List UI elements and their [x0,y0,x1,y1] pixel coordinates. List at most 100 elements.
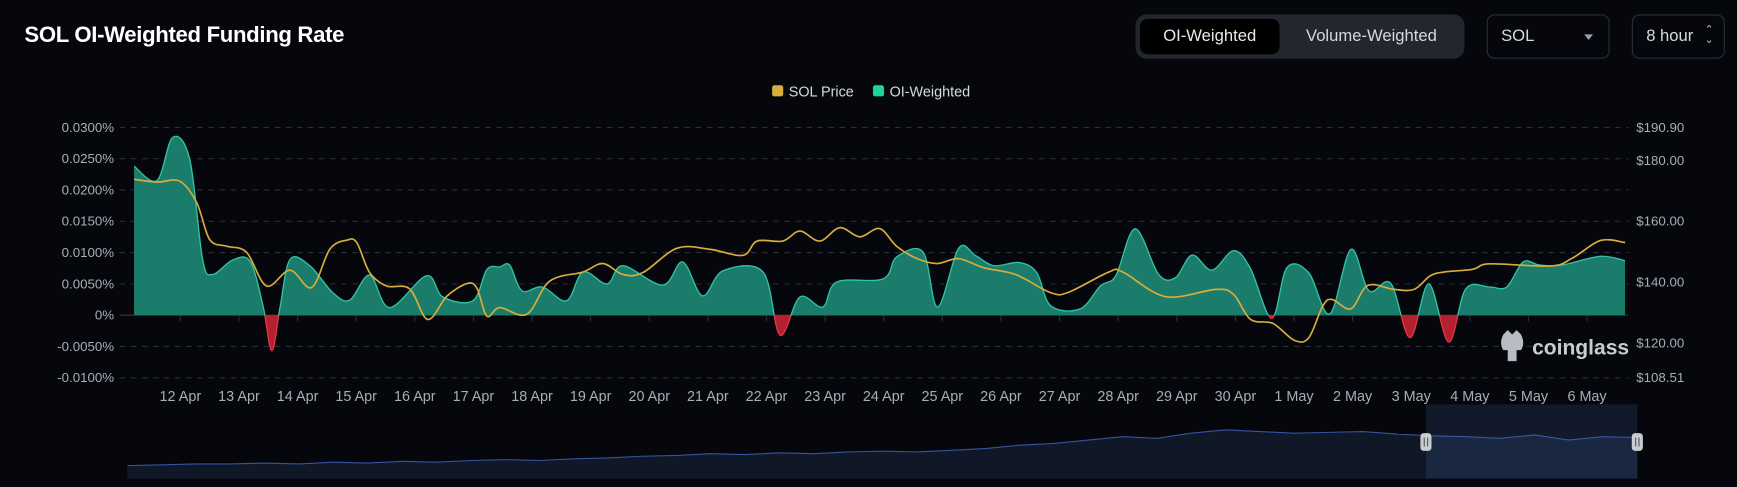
sol-price-point[interactable] [876,225,883,232]
oi-weighted-point[interactable] [1172,274,1179,281]
oi-weighted-point[interactable] [1326,311,1333,318]
sol-price-point[interactable] [780,238,787,245]
oi-weighted-point[interactable] [972,252,979,259]
oi-weighted-point[interactable] [268,348,275,355]
sol-price-point[interactable] [343,237,350,244]
sol-price-point[interactable] [176,178,183,185]
sol-price-point[interactable] [1291,337,1298,344]
range-navigator[interactable] [127,404,1643,479]
sol-price-point[interactable] [580,269,587,276]
sol-price-point[interactable] [366,269,373,276]
sol-price-point[interactable] [154,179,161,186]
oi-weighted-point[interactable] [519,287,526,294]
sol-price-point[interactable] [1547,263,1554,270]
sol-price-point[interactable] [206,236,213,243]
oi-weighted-point[interactable] [1305,269,1312,276]
oi-weighted-point[interactable] [260,302,267,309]
oi-weighted-point[interactable] [484,266,491,273]
oi-weighted-point[interactable] [1462,286,1469,293]
sol-price-point[interactable] [353,239,360,246]
sol-price-point[interactable] [673,245,680,252]
sol-price-point[interactable] [193,199,200,206]
oi-weighted-point[interactable] [496,264,503,271]
oi-weighted-point[interactable] [679,259,686,266]
sol-price-point[interactable] [706,246,713,253]
sol-price-point[interactable] [1305,335,1312,342]
sol-price-point[interactable] [600,260,607,267]
sol-price-point[interactable] [1319,303,1326,310]
sol-price-point[interactable] [496,304,503,311]
sol-price-point[interactable] [1270,320,1277,327]
oi-weighted-point[interactable] [563,297,570,304]
sol-price-point[interactable] [243,249,250,256]
oi-weighted-point[interactable] [1622,257,1629,264]
oi-weighted-point[interactable] [1503,284,1510,291]
oi-weighted-point[interactable] [1597,253,1604,260]
oi-weighted-point[interactable] [1230,247,1237,254]
oi-weighted-point[interactable] [920,249,927,256]
oi-weighted-point[interactable] [506,262,513,269]
navigator-handle-right[interactable] [1631,433,1643,451]
sol-price-point[interactable] [797,228,804,235]
oi-weighted-point[interactable] [199,256,206,263]
sol-price-point[interactable] [464,280,471,287]
sol-price-point[interactable] [1329,296,1336,303]
sol-price-point[interactable] [474,285,481,292]
legend-label-oi[interactable]: OI-Weighted [890,84,971,100]
oi-weighted-point[interactable] [131,163,138,170]
sol-price-point[interactable] [546,278,553,285]
sol-price-point[interactable] [1469,266,1476,273]
sol-price-point[interactable] [484,313,491,320]
sol-price-point[interactable] [1047,289,1054,296]
oi-weighted-point[interactable] [880,276,887,283]
sol-price-point[interactable] [836,224,843,231]
oi-weighted-point[interactable] [1445,339,1452,346]
sol-price-point[interactable] [1012,271,1019,278]
sol-price-point[interactable] [893,243,900,250]
sol-price-point[interactable] [981,264,988,271]
oi-weighted-point[interactable] [1425,281,1432,288]
oi-weighted-point[interactable] [1112,272,1119,279]
oi-weighted-point[interactable] [1189,252,1196,259]
sol-price-point[interactable] [1066,289,1073,296]
sol-price-point[interactable] [444,293,451,300]
sol-price-point[interactable] [131,176,138,183]
oi-weighted-point[interactable] [955,245,962,252]
oi-weighted-point[interactable] [1047,302,1054,309]
oi-weighted-point[interactable] [169,134,176,141]
sol-price-point[interactable] [934,260,941,267]
oi-weighted-point[interactable] [620,262,627,269]
oi-weighted-point[interactable] [386,304,393,311]
sol-price-point[interactable] [1247,316,1254,323]
oi-weighted-point[interactable] [893,254,900,261]
oi-weighted-point[interactable] [346,297,353,304]
oi-weighted-point[interactable] [819,304,826,311]
sol-price-point[interactable] [955,255,962,262]
oi-weighted-point[interactable] [604,281,611,288]
oi-weighted-point[interactable] [659,282,666,289]
legend-label-price[interactable]: SOL Price [789,84,854,100]
oi-weighted-point[interactable] [797,294,804,301]
oi-weighted-point[interactable] [1348,246,1355,253]
sol-price-point[interactable] [223,243,230,250]
sol-price-point[interactable] [1213,286,1220,293]
oi-weighted-point[interactable] [1407,334,1414,341]
oi-weighted-point[interactable] [760,269,767,276]
oi-weighted-point[interactable] [1247,266,1254,273]
oi-weighted-point[interactable] [833,279,840,286]
sol-price-point[interactable] [1570,254,1577,261]
sol-price-point[interactable] [740,252,747,259]
oi-weighted-point[interactable] [229,257,236,264]
oi-weighted-point[interactable] [1209,267,1216,274]
sol-price-point[interactable] [1365,282,1372,289]
sol-price-point[interactable] [1622,239,1629,246]
sol-price-point[interactable] [326,246,333,253]
sol-price-point[interactable] [1120,269,1127,276]
sol-price-point[interactable] [406,285,413,292]
oi-weighted-point[interactable] [469,297,476,304]
sol-price-point[interactable] [754,238,761,245]
oi-weighted-point[interactable] [329,289,336,296]
oi-weighted-point[interactable] [777,332,784,339]
sol-price-point[interactable] [1105,269,1112,276]
sol-price-point[interactable] [523,311,530,318]
